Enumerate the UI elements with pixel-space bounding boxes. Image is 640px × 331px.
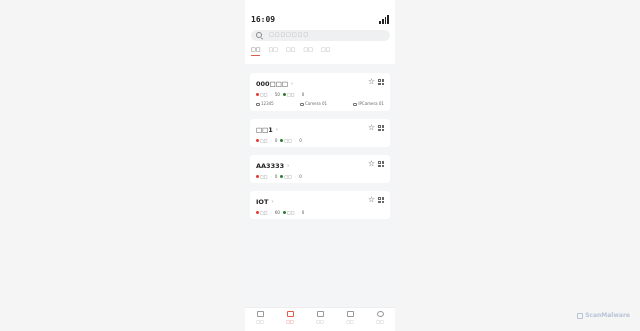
top-bar: □□□□□□□ □□ □□ □□ □□ □□	[245, 30, 395, 64]
offline-count: 0	[274, 137, 278, 143]
chevron-right-icon: ›	[291, 80, 293, 87]
star-icon[interactable]: ☆	[368, 196, 375, 204]
online-count: 0	[299, 137, 302, 143]
online-dot-icon	[280, 139, 284, 142]
offline-dot-icon	[256, 211, 259, 214]
star-icon[interactable]: ☆	[368, 124, 375, 132]
tab-5[interactable]: □□	[321, 46, 330, 56]
grid-icon[interactable]	[378, 79, 384, 85]
search-input[interactable]: □□□□□□□	[251, 30, 390, 41]
device-row: 12345 Camera 01 IPCamera 01	[256, 101, 384, 107]
site-card[interactable]: 000□□□ › ☆ □□ · 50 □□ · 0 12345 Camera 0…	[250, 73, 390, 111]
message-icon	[346, 311, 354, 317]
site-card[interactable]: □□1 › ☆ □□ · 0 □□ · 0	[250, 119, 390, 147]
offline-count: 60	[274, 209, 280, 215]
site-stats: □□ · 50 □□ · 0	[256, 91, 384, 97]
nav-item-playback[interactable]: □□	[310, 311, 330, 331]
camera-icon	[353, 102, 358, 106]
nav-item-home[interactable]: □□	[280, 311, 300, 331]
site-list: 000□□□ › ☆ □□ · 50 □□ · 0 12345 Camera 0…	[245, 73, 395, 219]
offline-dot-icon	[256, 139, 259, 142]
site-name-row[interactable]: IOT ›	[256, 197, 384, 206]
home-icon	[286, 311, 294, 317]
nav-item-messages[interactable]: □□	[340, 311, 360, 331]
device-item[interactable]: 12345	[256, 101, 274, 107]
site-name: IOT	[256, 197, 269, 206]
site-card[interactable]: IOT › ☆ □□ · 60 □□ · 0	[250, 191, 390, 219]
star-icon[interactable]: ☆	[368, 78, 375, 86]
user-icon	[376, 311, 384, 317]
online-count: 0	[299, 173, 302, 179]
online-count: 0	[301, 91, 305, 97]
grid-icon[interactable]	[378, 125, 384, 131]
grid-icon[interactable]	[378, 161, 384, 167]
offline-dot-icon	[256, 93, 259, 96]
tab-2[interactable]: □□	[268, 46, 277, 56]
site-name-row[interactable]: AA3333 ›	[256, 161, 384, 170]
tab-3[interactable]: □□	[286, 46, 295, 56]
online-dot-icon	[282, 211, 286, 214]
nav-item-profile[interactable]: □□	[370, 311, 390, 331]
site-name: 000□□□	[256, 79, 288, 88]
nav-item-monitor[interactable]: □□	[250, 311, 270, 331]
search-placeholder: □□□□□□□	[269, 32, 310, 38]
status-bar: 16:09	[245, 0, 395, 30]
site-name-row[interactable]: 000□□□ ›	[256, 79, 384, 88]
chevron-right-icon: ›	[287, 162, 290, 169]
site-name: □□1	[256, 125, 273, 134]
offline-dot-icon	[256, 175, 259, 178]
site-stats: □□ · 60 □□ · 0	[256, 209, 384, 215]
device-icon	[256, 102, 260, 106]
online-dot-icon	[282, 93, 286, 96]
online-count: 0	[301, 209, 305, 215]
site-stats: □□ · 0 □□ · 0	[256, 173, 384, 179]
offline-count: 50	[274, 91, 280, 97]
watermark: ScanMalware	[577, 312, 630, 319]
device-item[interactable]: Camera 01	[300, 101, 327, 107]
site-name: AA3333	[256, 161, 285, 170]
status-time: 16:09	[251, 15, 276, 24]
chevron-right-icon: ›	[275, 126, 278, 133]
phone-screen: 16:09 □□□□□□□ □□ □□ □□ □□ □□ 000□□□ › ☆	[245, 0, 395, 331]
monitor-icon	[256, 311, 264, 317]
grid-icon[interactable]	[378, 197, 384, 203]
tab-bar: □□ □□ □□ □□ □□	[250, 46, 390, 58]
camera-icon	[300, 102, 304, 106]
chevron-right-icon: ›	[271, 198, 274, 205]
star-icon[interactable]: ☆	[368, 160, 375, 168]
offline-count: 0	[274, 173, 278, 179]
search-icon	[256, 32, 262, 38]
playback-icon	[316, 311, 324, 317]
site-name-row[interactable]: □□1 ›	[256, 125, 384, 134]
online-dot-icon	[280, 175, 284, 178]
site-stats: □□ · 0 □□ · 0	[256, 137, 384, 143]
signal-icon	[379, 15, 389, 24]
scanmalware-logo-icon	[577, 312, 584, 319]
device-item[interactable]: IPCamera 01	[353, 101, 384, 107]
bottom-nav: □□ □□ □□ □□ □□	[245, 307, 395, 331]
site-card[interactable]: AA3333 › ☆ □□ · 0 □□ · 0	[250, 155, 390, 183]
tab-4[interactable]: □□	[303, 46, 312, 56]
tab-1[interactable]: □□	[251, 46, 261, 56]
